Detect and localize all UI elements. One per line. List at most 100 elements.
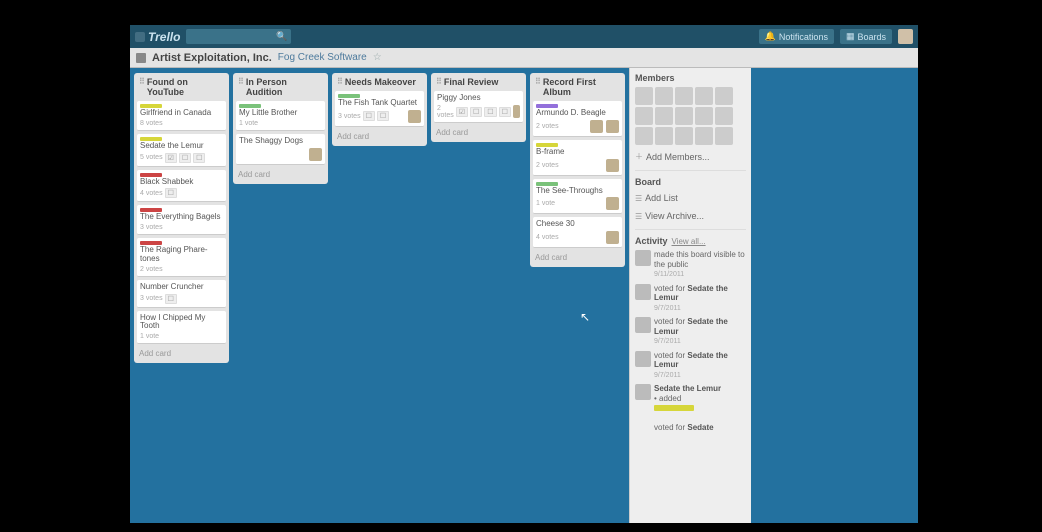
list-title[interactable]: ⠿Record First Album: [533, 76, 622, 98]
notifications-button[interactable]: 🔔Notifications: [759, 29, 834, 44]
grip-icon: ⠿: [535, 77, 541, 86]
card[interactable]: B-frame2 votes: [533, 140, 622, 176]
card-title: Armundo D. Beagle: [536, 109, 619, 118]
member-avatar[interactable]: [675, 87, 693, 105]
add-card-button[interactable]: Add card: [137, 347, 226, 360]
member-avatar[interactable]: [590, 120, 603, 133]
card[interactable]: Number Cruncher3 votes☐: [137, 280, 226, 308]
add-card-button[interactable]: Add card: [533, 251, 622, 264]
vote-count: 2 votes: [437, 105, 454, 119]
member-avatar[interactable]: [606, 197, 619, 210]
badge: ☐: [165, 188, 177, 198]
member-avatar[interactable]: [408, 110, 421, 123]
members-heading: Members: [635, 73, 746, 83]
activity-avatar[interactable]: [635, 384, 651, 400]
view-archive-button[interactable]: ☰View Archive...: [635, 209, 746, 223]
list: ⠿Record First Album Armundo D. Beagle2 vo…: [530, 73, 625, 267]
member-avatar[interactable]: [635, 127, 653, 145]
search-input[interactable]: 🔍: [186, 29, 291, 44]
card[interactable]: My Little Brother1 vote: [236, 101, 325, 131]
card-title: Black Shabbek: [140, 178, 223, 187]
list-title[interactable]: ⠿Found on YouTube: [137, 76, 226, 98]
add-card-button[interactable]: Add card: [434, 126, 523, 139]
member-avatar[interactable]: [655, 87, 673, 105]
vote-count: 4 votes: [140, 190, 163, 197]
card[interactable]: The Fish Tank Quartet3 votes☐☐: [335, 91, 424, 127]
boards-button[interactable]: ▦Boards: [840, 29, 892, 44]
activity-item: voted for Sedate the Lemur9/7/2011: [635, 284, 746, 314]
list-title[interactable]: ⠿Final Review: [434, 76, 523, 88]
member-avatar[interactable]: [715, 127, 733, 145]
member-avatar[interactable]: [655, 107, 673, 125]
card[interactable]: Piggy Jones2 votes☑☐☐☐: [434, 91, 523, 123]
card-title: The Everything Bagels: [140, 213, 223, 222]
activity-item: made this board visible to the public 9/…: [635, 250, 746, 280]
board-title[interactable]: Artist Exploitation, Inc.: [152, 52, 272, 64]
member-avatar[interactable]: [715, 107, 733, 125]
vote-count: 8 votes: [140, 120, 163, 127]
member-avatar[interactable]: [675, 127, 693, 145]
card[interactable]: Armundo D. Beagle2 votes: [533, 101, 622, 137]
badge: ☐: [470, 107, 482, 117]
card[interactable]: The Raging Phare-tones2 votes: [137, 238, 226, 277]
trello-logo[interactable]: Trello: [135, 30, 180, 44]
member-avatar[interactable]: [309, 148, 322, 161]
member-avatar[interactable]: [675, 107, 693, 125]
lists-container: ⠿Found on YouTube Girlfriend in Canada8 v…: [130, 68, 629, 523]
member-avatar[interactable]: [695, 107, 713, 125]
cursor-icon: ↖: [580, 310, 590, 324]
user-avatar[interactable]: [898, 29, 913, 44]
view-all-link[interactable]: View all...: [672, 237, 706, 246]
member-avatar[interactable]: [715, 87, 733, 105]
member-avatar[interactable]: [655, 127, 673, 145]
add-card-button[interactable]: Add card: [236, 168, 325, 181]
vote-count: 3 votes: [338, 113, 361, 120]
activity-item: Sedate the Lemur• addedvoted for Sedate: [635, 384, 746, 432]
grip-icon: ⠿: [337, 77, 343, 86]
activity-text: voted for Sedate the Lemur9/7/2011: [654, 284, 746, 314]
board-heading: Board: [635, 177, 746, 187]
card-title: Sedate the Lemur: [140, 142, 223, 151]
vote-count: 3 votes: [140, 224, 163, 231]
card[interactable]: Black Shabbek 4 votes☐: [137, 170, 226, 203]
list-title[interactable]: ⠿In Person Audition: [236, 76, 325, 98]
badge: ☐: [499, 107, 511, 117]
star-icon[interactable]: ☆: [373, 52, 382, 63]
add-card-button[interactable]: Add card: [335, 130, 424, 143]
card[interactable]: Sedate the Lemur5 votes☑☐☐: [137, 134, 226, 167]
organization-link[interactable]: Fog Creek Software: [278, 52, 367, 63]
card-title: My Little Brother: [239, 109, 322, 118]
card[interactable]: How I Chipped My Tooth1 vote: [137, 311, 226, 345]
card[interactable]: The Shaggy Dogs: [236, 134, 325, 165]
bell-icon: 🔔: [765, 31, 776, 42]
global-header: Trello 🔍 🔔Notifications ▦Boards: [130, 25, 918, 48]
list: ⠿Needs MakeoverThe Fish Tank Quartet3 vo…: [332, 73, 427, 146]
list-icon: ☰: [635, 194, 642, 203]
add-members-button[interactable]: ＋Add Members...: [635, 149, 746, 164]
list-title[interactable]: ⠿Needs Makeover: [335, 76, 424, 88]
search-icon: 🔍: [276, 31, 287, 42]
member-avatar[interactable]: [513, 105, 520, 118]
activity-avatar[interactable]: [635, 250, 651, 266]
member-avatar[interactable]: [635, 107, 653, 125]
member-avatar[interactable]: [606, 159, 619, 172]
member-avatar[interactable]: [606, 120, 619, 133]
member-avatar[interactable]: [606, 231, 619, 244]
card[interactable]: The See-Throughs1 vote: [533, 179, 622, 215]
card[interactable]: The Everything Bagels 3 votes: [137, 205, 226, 235]
add-list-button[interactable]: ☰Add List: [635, 191, 746, 205]
badge: ☐: [165, 294, 177, 304]
card[interactable]: Cheese 304 votes: [533, 217, 622, 248]
activity-avatar[interactable]: [635, 284, 651, 300]
list: ⠿In Person Audition My Little Brother1 vo…: [233, 73, 328, 184]
badge: ☐: [484, 107, 496, 117]
member-avatar[interactable]: [695, 127, 713, 145]
member-avatar[interactable]: [695, 87, 713, 105]
activity-avatar[interactable]: [635, 317, 651, 333]
member-avatar[interactable]: [635, 87, 653, 105]
activity-item: voted for Sedate the Lemur9/7/2011: [635, 317, 746, 347]
badge: ☐: [377, 111, 389, 121]
activity-avatar[interactable]: [635, 351, 651, 367]
card[interactable]: Girlfriend in Canada8 votes: [137, 101, 226, 131]
board-icon: [136, 53, 146, 63]
